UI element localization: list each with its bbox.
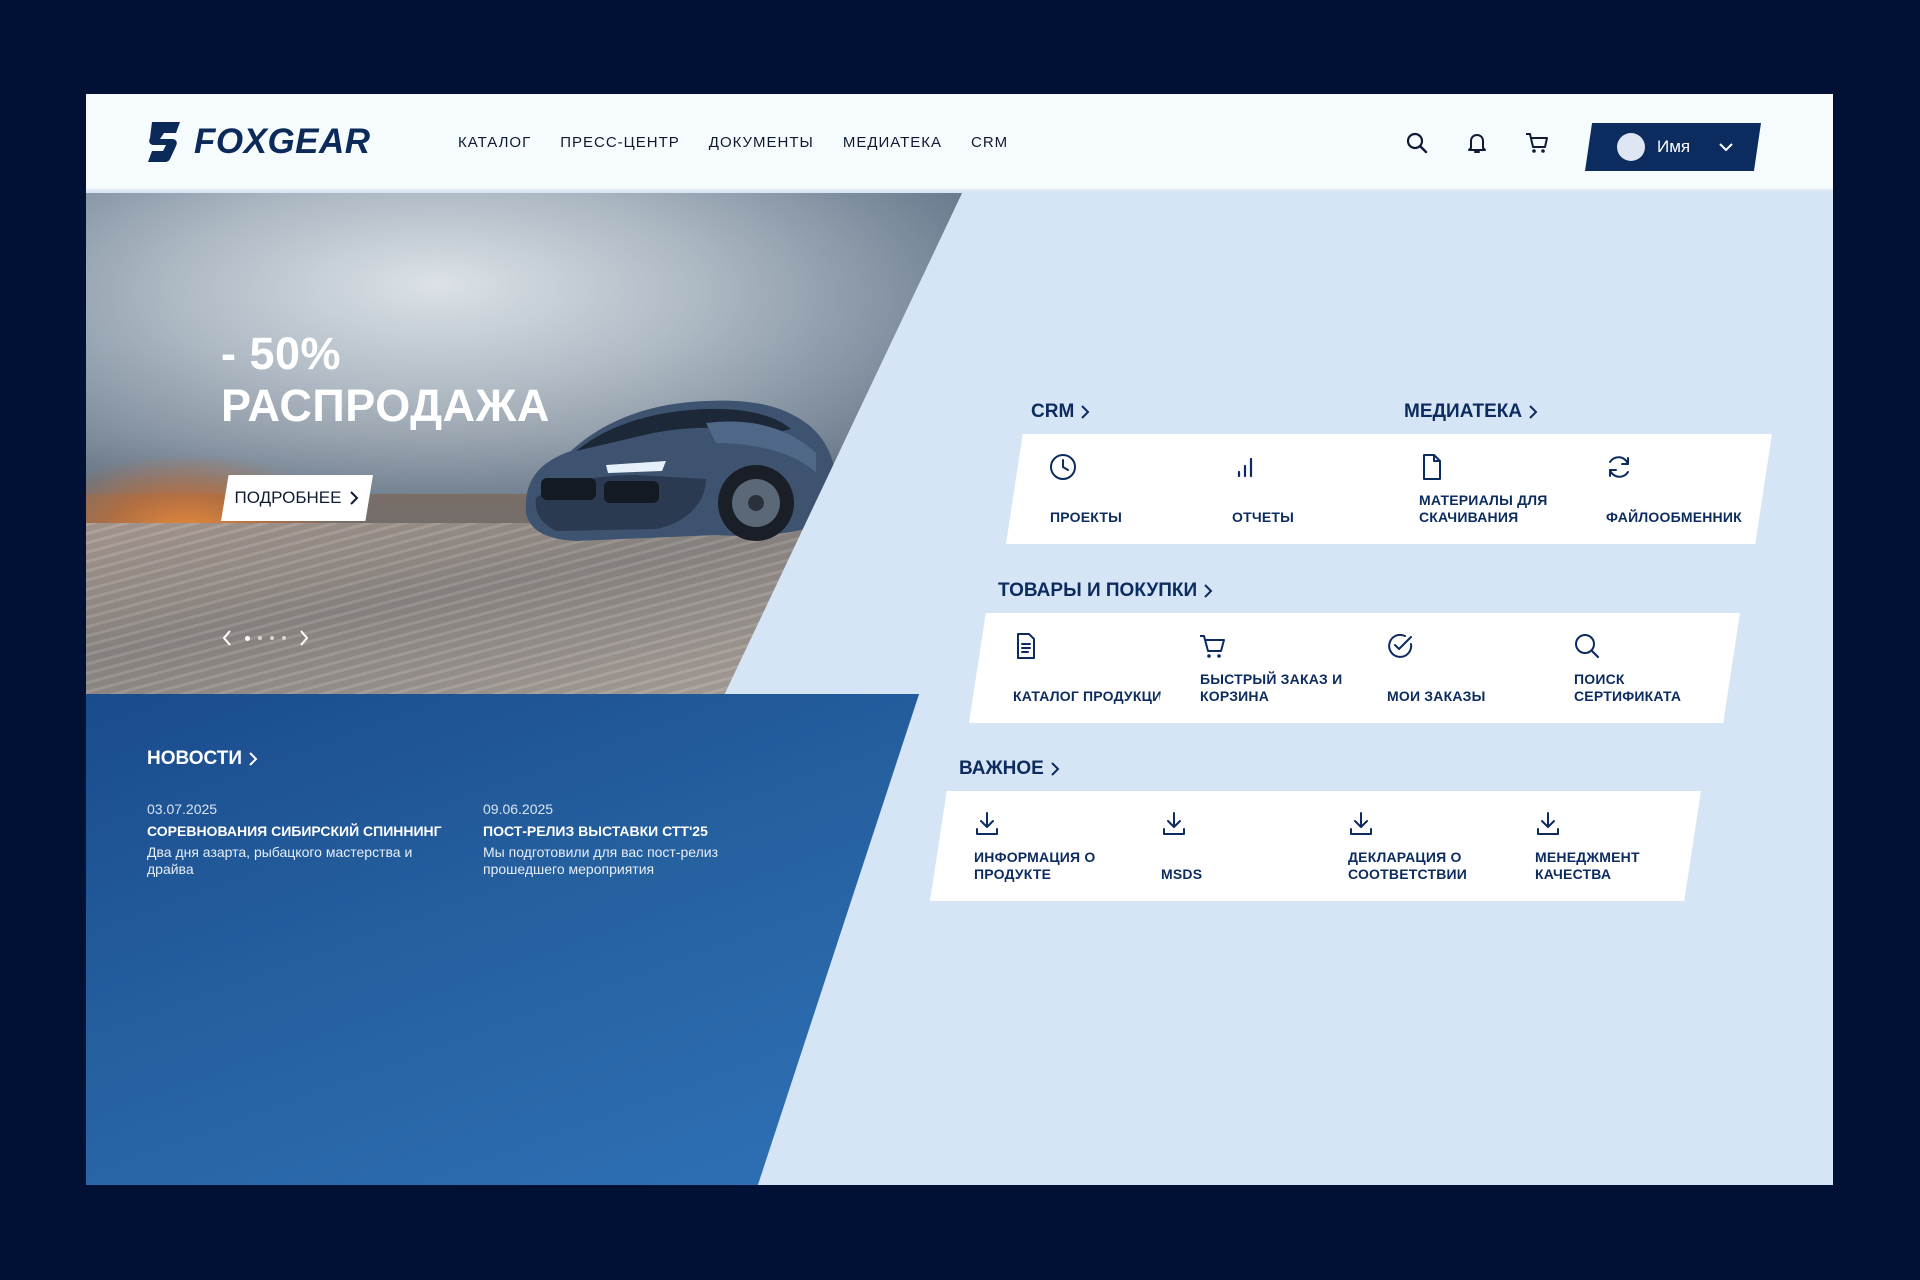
tile-label: МЕНЕДЖМЕНТ КАЧЕСТВА xyxy=(1535,849,1640,882)
news-headline[interactable]: СОРЕВНОВАНИЯ СИБИРСКИЙ СПИННИНГ xyxy=(147,823,457,840)
news-panel: НОВОСТИ 03.07.2025 СОРЕВНОВАНИЯ СИБИРСКИ… xyxy=(86,694,920,1185)
chevron-right-icon xyxy=(1529,405,1538,419)
hero-banner: - 50% РАСПРОДАЖА ПОДРОБНЕЕ xyxy=(86,193,962,694)
section-title-important[interactable]: ВАЖНОЕ xyxy=(959,758,1060,780)
tile-certificate-search[interactable]: ПОИСК СЕРТИФИКАТА xyxy=(1530,613,1740,723)
tile-projects[interactable]: ПРОЕКТЫ xyxy=(1006,434,1216,544)
tile-label: ИНФОРМАЦИЯ О ПРОДУКТЕ xyxy=(974,849,1096,882)
check-circle-icon xyxy=(1388,633,1413,658)
download-icon xyxy=(1537,812,1559,835)
hero-more-button[interactable]: ПОДРОБНЕЕ xyxy=(221,475,373,521)
logo[interactable]: FOXGEAR xyxy=(146,122,371,162)
tile-product-info[interactable]: ИНФОРМАЦИЯ О ПРОДУКТЕ xyxy=(930,791,1140,901)
nav-item-documents[interactable]: ДОКУМЕНТЫ xyxy=(709,134,814,151)
download-icon xyxy=(976,812,998,835)
tile-declaration[interactable]: ДЕКЛАРАЦИЯ О СООТВЕТСТВИИ xyxy=(1304,791,1514,901)
tile-label: ДЕКЛАРАЦИЯ О СООТВЕТСТВИИ xyxy=(1348,849,1468,882)
tile-label: КАТАЛОГ ПРОДУКЦИИ xyxy=(1013,688,1173,704)
carousel-prev-icon[interactable] xyxy=(221,629,233,647)
chevron-down-icon xyxy=(1719,143,1733,152)
nav-item-press-center[interactable]: ПРЕСС-ЦЕНТР xyxy=(560,134,680,151)
tile-quality-management[interactable]: МЕНЕДЖМЕНТ КАЧЕСТВА xyxy=(1491,791,1701,901)
hero-more-label: ПОДРОБНЕЕ xyxy=(234,488,342,507)
chevron-right-icon xyxy=(1051,762,1060,776)
download-icon xyxy=(1350,812,1372,835)
refresh-icon xyxy=(1609,456,1629,478)
cart-icon[interactable] xyxy=(1524,130,1550,156)
nav-item-catalog[interactable]: КАТАЛОГ xyxy=(458,134,531,151)
section-title-label: МЕДИАТЕКА xyxy=(1404,401,1523,422)
news-date: 09.06.2025 xyxy=(483,801,554,817)
main-nav: КАТАЛОГ ПРЕСС-ЦЕНТР ДОКУМЕНТЫ МЕДИАТЕКА … xyxy=(458,134,1037,151)
tile-reports[interactable]: ОТЧЕТЫ xyxy=(1188,434,1398,544)
section-title-goods[interactable]: ТОВАРЫ И ПОКУПКИ xyxy=(998,580,1213,602)
tile-file-exchange[interactable]: ФАЙЛООБМЕННИК xyxy=(1562,434,1772,544)
tile-my-orders[interactable]: МОИ ЗАКАЗЫ xyxy=(1343,613,1553,723)
section-title-label: CRM xyxy=(1031,401,1075,422)
document-icon xyxy=(1017,633,1035,659)
car-image xyxy=(525,400,838,541)
tile-label: МАТЕРИАЛЫ ДЛЯ СКАЧИВАНИЯ xyxy=(1419,492,1548,525)
tile-label: БЫСТРЫЙ ЗАКАЗ И КОРЗИНА xyxy=(1200,671,1343,704)
tile-download-materials[interactable]: МАТЕРИАЛЫ ДЛЯ СКАЧИВАНИЯ xyxy=(1375,434,1585,544)
news-excerpt: Два дня азарта, рыбацкого мастерства и д… xyxy=(147,844,413,877)
carousel-dot-4[interactable] xyxy=(282,636,286,640)
tile-product-catalog[interactable]: КАТАЛОГ ПРОДУКЦИИ xyxy=(969,613,1179,723)
file-icon xyxy=(1423,454,1441,480)
logo-text: FOXGEAR xyxy=(194,122,371,161)
news-item[interactable]: 09.06.2025 ПОСТ-РЕЛИЗ ВЫСТАВКИ СТТ'25 Мы… xyxy=(483,801,793,878)
cart-icon xyxy=(1200,635,1225,658)
clock-icon xyxy=(1050,454,1076,480)
tile-quick-order-cart[interactable]: БЫСТРЫЙ ЗАКАЗ И КОРЗИНА xyxy=(1156,613,1366,723)
section-title-label: ТОВАРЫ И ПОКУПКИ xyxy=(998,580,1198,601)
user-menu-button[interactable]: Имя xyxy=(1585,123,1761,171)
news-date: 03.07.2025 xyxy=(147,801,218,817)
user-name: Имя xyxy=(1657,137,1691,156)
tile-label: MSDS xyxy=(1161,866,1203,882)
chevron-right-icon xyxy=(1081,405,1090,419)
carousel-dot-3[interactable] xyxy=(270,636,274,640)
hero-sale-percent: - 50% xyxy=(221,328,342,379)
section-title-label: ВАЖНОЕ xyxy=(959,758,1044,779)
tile-label: МОИ ЗАКАЗЫ xyxy=(1387,688,1486,704)
nav-item-crm[interactable]: CRM xyxy=(971,134,1008,151)
news-section-title[interactable]: НОВОСТИ xyxy=(147,748,258,770)
top-header: FOXGEAR КАТАЛОГ ПРЕСС-ЦЕНТР ДОКУМЕНТЫ МЕ… xyxy=(86,94,1833,191)
logo-mark-icon xyxy=(148,122,180,162)
tile-msds[interactable]: MSDS xyxy=(1117,791,1327,901)
carousel-next-icon[interactable] xyxy=(298,629,310,647)
tile-label: ПОИСК СЕРТИФИКАТА xyxy=(1574,671,1682,704)
news-title-label: НОВОСТИ xyxy=(147,748,243,769)
carousel-controls xyxy=(221,629,310,647)
avatar xyxy=(1617,133,1645,161)
section-title-crm[interactable]: CRM xyxy=(1031,401,1090,423)
download-icon xyxy=(1163,812,1185,835)
nav-item-media[interactable]: МЕДИАТЕКА xyxy=(843,134,942,151)
hero-sale-text: - 50% РАСПРОДАЖА xyxy=(221,328,550,432)
carousel-dot-1[interactable] xyxy=(245,635,250,641)
tile-label: ФАЙЛООБМЕННИК xyxy=(1606,509,1742,525)
tile-label: ПРОЕКТЫ xyxy=(1050,509,1122,525)
section-title-media[interactable]: МЕДИАТЕКА xyxy=(1404,401,1538,423)
app-frame: FOXGEAR КАТАЛОГ ПРЕСС-ЦЕНТР ДОКУМЕНТЫ МЕ… xyxy=(86,94,1833,1185)
hero-sale-title: РАСПРОДАЖА xyxy=(221,380,550,431)
chevron-right-icon xyxy=(1204,584,1213,598)
search-icon xyxy=(1575,634,1600,659)
bell-icon[interactable] xyxy=(1464,130,1490,156)
chevron-right-icon xyxy=(249,752,258,766)
news-headline[interactable]: ПОСТ-РЕЛИЗ ВЫСТАВКИ СТТ'25 xyxy=(483,823,793,840)
tile-label: ОТЧЕТЫ xyxy=(1232,509,1295,525)
news-excerpt: Мы подготовили для вас пост-релиз прошед… xyxy=(483,844,719,877)
search-icon[interactable] xyxy=(1404,130,1430,156)
news-item[interactable]: 03.07.2025 СОРЕВНОВАНИЯ СИБИРСКИЙ СПИННИ… xyxy=(147,801,457,878)
carousel-dot-2[interactable] xyxy=(258,636,262,640)
chevron-right-icon xyxy=(350,491,359,505)
bar-chart-icon xyxy=(1237,457,1253,478)
